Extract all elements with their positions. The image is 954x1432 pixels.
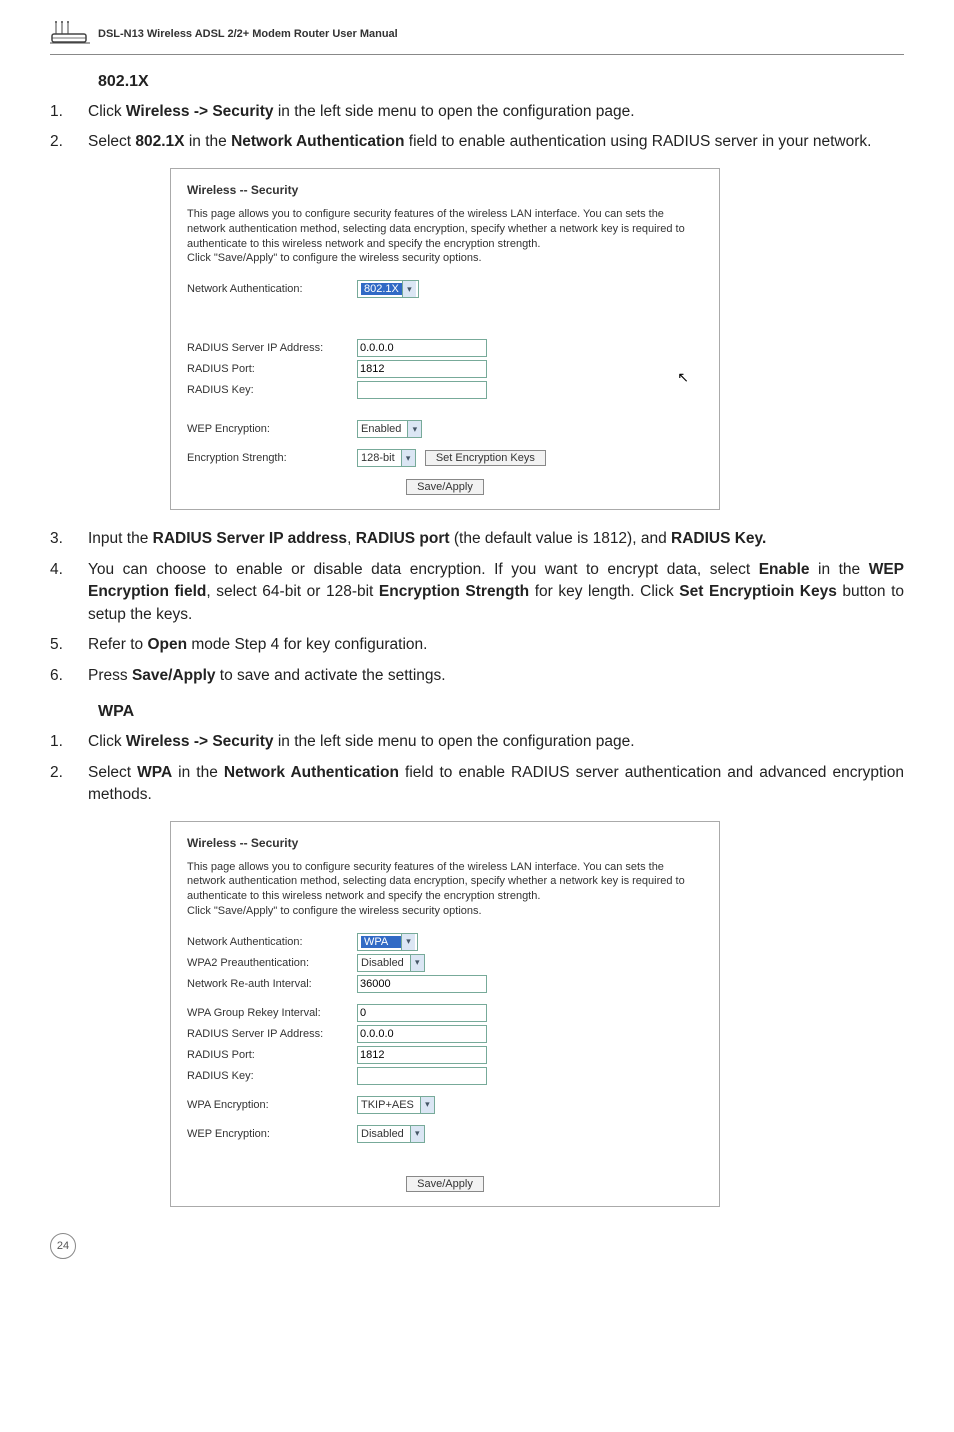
radius-port-input[interactable] bbox=[357, 1046, 487, 1064]
step-num: 4. bbox=[50, 559, 88, 626]
chevron-down-icon: ▾ bbox=[401, 934, 415, 950]
step-body: Click Wireless -> Security in the left s… bbox=[88, 731, 904, 753]
radius-port-label: RADIUS Port: bbox=[187, 363, 357, 375]
radius-port-label: RADIUS Port: bbox=[187, 1049, 357, 1061]
step-body: Refer to Open mode Step 4 for key config… bbox=[88, 634, 904, 656]
step-num: 1. bbox=[50, 731, 88, 753]
radius-ip-label: RADIUS Server IP Address: bbox=[187, 342, 357, 354]
wep-enc-select[interactable]: Disabled ▾ bbox=[357, 1125, 425, 1143]
net-auth-label: Network Authentication: bbox=[187, 936, 357, 948]
chevron-down-icon: ▾ bbox=[410, 1126, 424, 1142]
steps-8021x-bottom: 3. Input the RADIUS Server IP address, R… bbox=[50, 528, 904, 687]
chevron-down-icon: ▾ bbox=[420, 1097, 434, 1113]
chevron-down-icon: ▾ bbox=[407, 421, 421, 437]
radius-ip-input[interactable] bbox=[357, 1025, 487, 1043]
step-body: You can choose to enable or disable data… bbox=[88, 559, 904, 626]
radius-key-label: RADIUS Key: bbox=[187, 384, 357, 396]
steps-8021x-top: 1. Click Wireless -> Security in the lef… bbox=[50, 101, 904, 154]
step-body: Input the RADIUS Server IP address, RADI… bbox=[88, 528, 904, 550]
step-body: Click Wireless -> Security in the left s… bbox=[88, 101, 904, 123]
router-icon bbox=[50, 20, 90, 48]
group-rekey-input[interactable] bbox=[357, 1004, 487, 1022]
radius-key-input[interactable] bbox=[357, 381, 487, 399]
section-heading-wpa: WPA bbox=[98, 703, 904, 721]
enc-strength-select[interactable]: 128-bit ▾ bbox=[357, 449, 416, 467]
step-num: 5. bbox=[50, 634, 88, 656]
set-encryption-keys-button[interactable]: Set Encryption Keys bbox=[425, 450, 546, 466]
page-number: 24 bbox=[50, 1233, 76, 1259]
wep-enc-label: WEP Encryption: bbox=[187, 423, 357, 435]
chevron-down-icon: ▾ bbox=[401, 450, 415, 466]
step-num: 1. bbox=[50, 101, 88, 123]
wep-enc-select[interactable]: Enabled ▾ bbox=[357, 420, 422, 438]
steps-wpa-top: 1. Click Wireless -> Security in the lef… bbox=[50, 731, 904, 806]
save-apply-button[interactable]: Save/Apply bbox=[406, 1176, 484, 1192]
radius-ip-input[interactable] bbox=[357, 339, 487, 357]
step-body: Select 802.1X in the Network Authenticat… bbox=[88, 131, 904, 153]
step-num: 3. bbox=[50, 528, 88, 550]
manual-title: DSL-N13 Wireless ADSL 2/2+ Modem Router … bbox=[98, 28, 398, 40]
security-panel-wpa: Wireless -- Security This page allows yo… bbox=[170, 821, 720, 1207]
radius-port-input[interactable] bbox=[357, 360, 487, 378]
chevron-down-icon: ▾ bbox=[410, 955, 424, 971]
group-rekey-label: WPA Group Rekey Interval: bbox=[187, 1007, 357, 1019]
step-body: Press Save/Apply to save and activate th… bbox=[88, 665, 904, 687]
reauth-label: Network Re-auth Interval: bbox=[187, 978, 357, 990]
save-apply-button[interactable]: Save/Apply bbox=[406, 479, 484, 495]
net-auth-select[interactable]: 802.1X ▾ bbox=[357, 280, 419, 298]
step-num: 2. bbox=[50, 762, 88, 807]
step-num: 2. bbox=[50, 131, 88, 153]
panel-title: Wireless -- Security bbox=[187, 183, 703, 197]
panel-desc: This page allows you to configure securi… bbox=[187, 207, 703, 266]
enc-strength-label: Encryption Strength: bbox=[187, 452, 357, 464]
wpa2-preauth-select[interactable]: Disabled ▾ bbox=[357, 954, 425, 972]
radius-key-label: RADIUS Key: bbox=[187, 1070, 357, 1082]
wpa-enc-label: WPA Encryption: bbox=[187, 1099, 357, 1111]
net-auth-label: Network Authentication: bbox=[187, 283, 357, 295]
radius-ip-label: RADIUS Server IP Address: bbox=[187, 1028, 357, 1040]
wpa2-preauth-label: WPA2 Preauthentication: bbox=[187, 957, 357, 969]
wep-enc-label: WEP Encryption: bbox=[187, 1128, 357, 1140]
page-header: DSL-N13 Wireless ADSL 2/2+ Modem Router … bbox=[50, 20, 904, 55]
radius-key-input[interactable] bbox=[357, 1067, 487, 1085]
section-heading-8021x: 802.1X bbox=[98, 73, 904, 91]
step-body: Select WPA in the Network Authentication… bbox=[88, 762, 904, 807]
cursor-icon: ↖ bbox=[677, 369, 689, 386]
security-panel-8021x: Wireless -- Security This page allows yo… bbox=[170, 168, 720, 510]
step-num: 6. bbox=[50, 665, 88, 687]
net-auth-select[interactable]: WPA ▾ bbox=[357, 933, 418, 951]
wpa-enc-select[interactable]: TKIP+AES ▾ bbox=[357, 1096, 435, 1114]
chevron-down-icon: ▾ bbox=[402, 281, 416, 297]
reauth-input[interactable] bbox=[357, 975, 487, 993]
panel-title: Wireless -- Security bbox=[187, 836, 703, 850]
panel-desc: This page allows you to configure securi… bbox=[187, 860, 703, 919]
